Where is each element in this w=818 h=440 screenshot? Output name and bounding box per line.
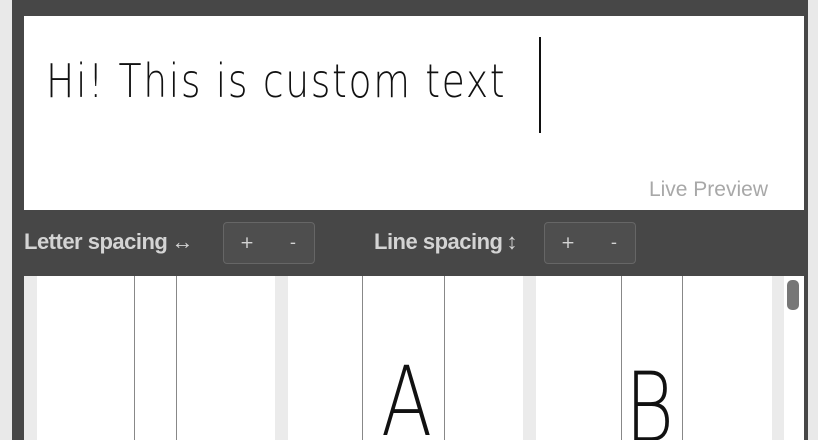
glyph-gutter bbox=[24, 276, 37, 440]
horizontal-arrow-icon: ↔ bbox=[171, 229, 193, 254]
glyph-guide-line bbox=[176, 276, 177, 440]
glyph-gutter bbox=[523, 276, 536, 440]
live-preview-label: Live Preview bbox=[648, 178, 768, 201]
glyph-b[interactable]: B bbox=[625, 360, 674, 440]
glyph-grid[interactable]: A B bbox=[24, 276, 804, 440]
glyph-guide-line bbox=[134, 276, 135, 440]
line-spacing-label: Line spacing ↕ bbox=[374, 229, 517, 254]
letter-spacing-stepper: + - bbox=[223, 222, 315, 264]
scrollbar-thumb[interactable] bbox=[787, 280, 799, 310]
text-caret bbox=[539, 37, 541, 133]
spacing-controls: Letter spacing ↔ + - Line spacing ↕ + - bbox=[12, 216, 808, 272]
glyph-guide-line bbox=[444, 276, 445, 440]
letter-spacing-label: Letter spacing ↔ bbox=[24, 229, 193, 254]
background-left bbox=[0, 0, 12, 440]
glyph-a[interactable]: A bbox=[381, 354, 432, 440]
line-spacing-minus-button[interactable]: - bbox=[591, 223, 637, 263]
glyph-guide-line bbox=[362, 276, 363, 440]
background-right bbox=[808, 0, 818, 440]
glyph-guide-line bbox=[682, 276, 683, 440]
letter-spacing-minus-button[interactable]: - bbox=[270, 223, 316, 263]
font-editor-panel: Hi! This is custom text Live Preview Let… bbox=[12, 0, 808, 440]
vertical-arrow-icon: ↕ bbox=[506, 229, 517, 254]
preview-text: Hi! This is custom text bbox=[46, 54, 507, 108]
glyph-gutter bbox=[275, 276, 288, 440]
glyph-scrollbar[interactable] bbox=[784, 276, 804, 440]
line-spacing-plus-button[interactable]: + bbox=[545, 223, 591, 263]
glyph-guide-line bbox=[621, 276, 622, 440]
letter-spacing-plus-button[interactable]: + bbox=[224, 223, 270, 263]
live-preview-box[interactable]: Hi! This is custom text Live Preview bbox=[24, 16, 804, 210]
line-spacing-stepper: + - bbox=[544, 222, 636, 264]
